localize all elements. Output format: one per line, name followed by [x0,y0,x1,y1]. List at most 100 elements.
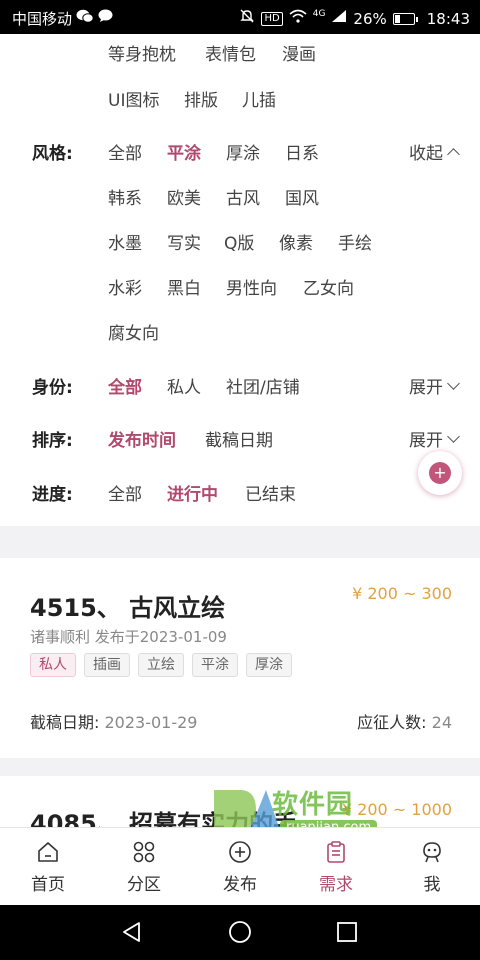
tab-publish[interactable]: 发布 [192,828,288,906]
tab-label: 需求 [319,875,353,895]
recents-icon[interactable] [335,920,359,944]
style-option[interactable]: Q版 [224,229,254,254]
sort-option[interactable]: 截稿日期 [205,426,273,451]
wifi-icon [289,9,307,28]
tab-category[interactable]: 分区 [96,828,192,906]
style-option-selected[interactable]: 平涂 [167,139,201,164]
status-bar: 中国移动 HD 4G 26% 18:43 [0,0,480,34]
identity-option[interactable]: 私人 [167,373,201,398]
filter-tag[interactable]: 表情包 [205,40,256,65]
expand-label: 展开 [409,378,443,398]
style-filter-row: 韩系 欧美 古风 国风 [0,178,480,212]
style-filter-row: 水彩 黑白 男性向 乙女向 [0,268,480,302]
card-tag: 厚涂 [246,653,292,677]
plus-icon: + [429,462,451,484]
expand-label: 展开 [409,431,443,451]
filter-panel: 等身抱枕 表情包 漫画 UI图标 排版 儿插 风格: 全部 平涂 厚涂 日系 收… [0,34,480,526]
clipboard-icon [327,841,345,863]
sort-option-selected[interactable]: 发布时间 [108,426,176,451]
battery-percent: 26% [353,9,387,28]
style-option[interactable]: 男性向 [226,274,277,299]
tab-label: 首页 [31,875,65,895]
filter-tag[interactable]: 等身抱枕 [108,40,176,65]
mute-icon [239,8,255,29]
clock: 18:43 [426,9,470,28]
request-card[interactable]: 4515、 古风立绘 ¥ 200 ~ 300 诸事顺利 发布于2023-01-0… [0,558,480,758]
filter-tag[interactable]: UI图标 [108,86,159,111]
card-title: 4515、 古风立绘 [30,594,226,622]
style-option[interactable]: 黑白 [167,274,201,299]
system-navigation-bar [0,905,480,960]
card-price: ¥ 200 ~ 300 [352,584,452,603]
tab-home[interactable]: 首页 [0,828,96,906]
wechat-icon [76,9,94,28]
message-icon [98,9,113,28]
expand-toggle[interactable]: 展开 [409,426,460,451]
filter-tag[interactable]: 儿插 [242,86,276,111]
progress-filter-row: 进度: 全部 进行中 已结束 [0,474,480,508]
style-filter-row: 腐女向 [0,313,480,347]
tab-me[interactable]: 我 [384,828,480,906]
profile-icon [423,842,441,863]
style-option[interactable]: 欧美 [167,184,201,209]
progress-option[interactable]: 全部 [108,480,142,505]
category-row: UI图标 排版 儿插 [0,80,480,114]
identity-option-selected[interactable]: 全部 [108,373,142,398]
home-icon [38,842,58,862]
style-option[interactable]: 写实 [167,229,201,254]
tab-label: 发布 [223,875,257,895]
style-option[interactable]: 水墨 [108,229,142,254]
home-nav-icon[interactable] [228,920,252,944]
tab-label: 分区 [127,875,161,895]
carrier-name: 中国移动 [12,10,73,28]
style-option[interactable]: 国风 [285,184,319,209]
back-icon[interactable] [120,920,144,944]
style-option[interactable]: 水彩 [108,274,142,299]
style-option[interactable]: 手绘 [338,229,372,254]
chevron-down-icon [447,430,460,443]
identity-label: 身份: [32,378,73,398]
progress-option[interactable]: 已结束 [245,480,296,505]
style-filter-row: 水墨 写实 Q版 像素 手绘 [0,223,480,257]
tab-label: 我 [423,875,441,895]
style-option[interactable]: 韩系 [108,184,142,209]
signal-icon [331,9,347,28]
expand-toggle[interactable]: 展开 [409,373,460,398]
style-option[interactable]: 厚涂 [226,139,260,164]
card-tag: 私人 [30,653,76,677]
chevron-down-icon [447,377,460,390]
deadline-label: 截稿日期: [30,713,100,732]
collapse-toggle[interactable]: 收起 [409,139,460,164]
deadline-row: 截稿日期: 2023-01-29 [30,709,197,733]
style-option[interactable]: 古风 [226,184,260,209]
applicants-label: 应征人数: [357,713,427,732]
applicants-value: 24 [431,713,452,732]
progress-label: 进度: [32,485,73,505]
identity-filter-row: 身份: 全部 私人 社团/店铺 展开 [0,367,480,401]
filter-tag[interactable]: 排版 [184,86,218,111]
tab-requests[interactable]: 需求 [288,828,384,906]
hd-badge: HD [261,11,283,26]
deadline-value: 2023-01-29 [104,713,198,732]
plus-circle-icon [229,841,251,863]
filter-tag[interactable]: 漫画 [282,40,316,65]
watermark-text: 软件园 [272,790,354,820]
card-tags: 私人 插画 立绘 平涂 厚涂 [30,653,292,677]
floating-add-button[interactable]: + [418,451,462,495]
bottom-tab-bar: 首页 分区 发布 需求 我 [0,827,480,905]
identity-option[interactable]: 社团/店铺 [226,373,300,398]
style-option[interactable]: 日系 [285,139,319,164]
card-tag: 立绘 [138,653,184,677]
style-option[interactable]: 像素 [279,229,313,254]
network-type: 4G [312,8,326,19]
category-row: 等身抱枕 表情包 漫画 [0,34,480,68]
progress-option-selected[interactable]: 进行中 [167,480,218,505]
card-tag: 插画 [84,653,130,677]
style-filter-row: 风格: 全部 平涂 厚涂 日系 收起 [0,133,480,167]
style-option[interactable]: 全部 [108,139,142,164]
style-label: 风格: [32,144,73,164]
style-option[interactable]: 腐女向 [108,319,159,344]
style-option[interactable]: 乙女向 [303,274,354,299]
chevron-up-icon [447,147,460,161]
card-meta: 诸事顺利 发布于2023-01-09 [30,628,227,646]
